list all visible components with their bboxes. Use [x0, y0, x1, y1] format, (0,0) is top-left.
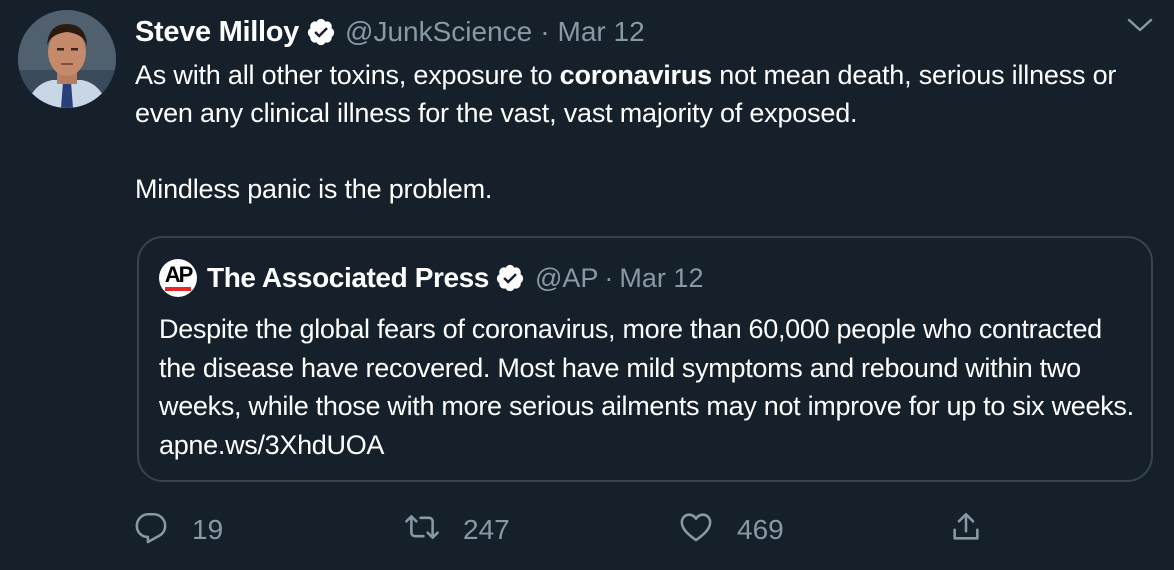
retweet-count: 247 — [463, 514, 510, 545]
tweet-header: Steve Milloy @JunkScience · Mar 12 — [135, 14, 645, 50]
chevron-down-icon[interactable] — [1126, 16, 1154, 36]
share-button[interactable] — [949, 510, 983, 550]
ap-logo-text: AP — [164, 262, 194, 287]
quoted-handle[interactable]: @AP — [535, 263, 598, 294]
retweet-button[interactable]: 247 — [405, 510, 510, 550]
separator-dot: · — [604, 262, 614, 293]
verified-badge-icon — [306, 17, 336, 47]
avatar-image — [18, 10, 116, 108]
author-display-name[interactable]: Steve Milloy — [135, 16, 299, 49]
verified-badge-icon — [495, 263, 525, 293]
reply-icon — [134, 510, 168, 551]
avatar[interactable] — [18, 10, 116, 108]
separator-dot: · — [540, 16, 550, 47]
tweet-text-segment: As with all other toxins, exposure to — [135, 60, 560, 90]
like-button[interactable]: 469 — [679, 510, 784, 550]
tweet[interactable]: Steve Milloy @JunkScience · Mar 12 As wi… — [0, 0, 1174, 570]
quoted-date[interactable]: Mar 12 — [619, 263, 703, 294]
heart-icon — [679, 510, 713, 551]
tweet-actions-bar: 19 247 469 — [134, 510, 1034, 550]
tweet-date[interactable]: Mar 12 — [558, 16, 645, 48]
quoted-tweet-text: Despite the global fears of coronavirus,… — [159, 314, 1134, 460]
tweet-text-bold-keyword[interactable]: coronavirus — [560, 60, 713, 90]
tweet-text-paragraph-2: Mindless panic is the problem. — [135, 174, 493, 204]
tweet-text-paragraph-1: As with all other toxins, exposure to co… — [135, 56, 1135, 132]
quoted-tweet-card[interactable]: AP The Associated Press @AP · Mar 12 Des… — [137, 236, 1153, 482]
reply-button[interactable]: 19 — [134, 510, 223, 550]
tweet-text: As with all other toxins, exposure to co… — [135, 56, 1135, 208]
author-handle[interactable]: @JunkScience — [345, 16, 532, 48]
quoted-tweet-header: AP The Associated Press @AP · Mar 12 — [159, 259, 703, 297]
share-icon — [949, 510, 983, 551]
quoted-display-name[interactable]: The Associated Press — [207, 262, 489, 294]
reply-count: 19 — [192, 514, 224, 545]
like-count: 469 — [737, 514, 784, 545]
retweet-icon — [405, 510, 439, 551]
quoted-avatar-ap-logo: AP — [159, 259, 197, 297]
